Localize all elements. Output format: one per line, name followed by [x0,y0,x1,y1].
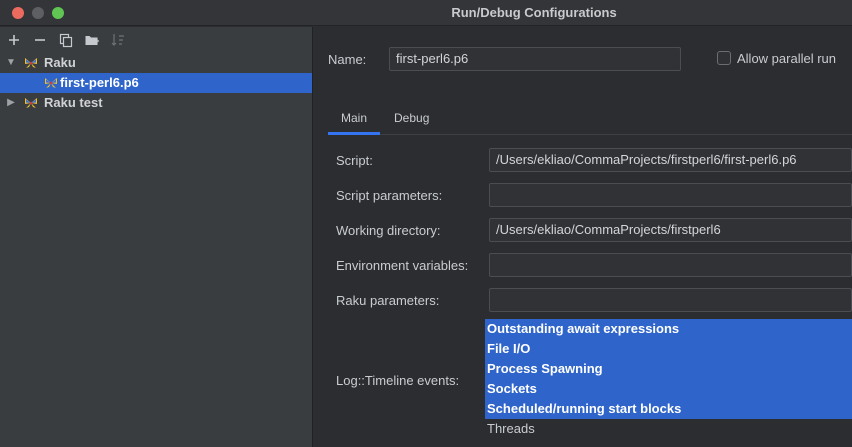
script-parameters-label: Script parameters: [336,188,443,203]
list-item[interactable]: Scheduled/running start blocks [485,399,852,419]
working-directory-label: Working directory: [336,223,441,238]
raku-parameters-input[interactable] [489,288,852,312]
tab-debug[interactable]: Debug [394,111,429,125]
name-input[interactable]: first-perl6.p6 [389,47,681,71]
chevron-down-icon[interactable]: ▼ [5,53,17,73]
sort-configurations-button[interactable] [109,31,127,49]
raku-butterfly-icon [25,58,37,68]
script-label: Script: [336,153,373,168]
timeline-events-label: Log::Timeline events: [336,373,460,388]
tab-main[interactable]: Main [341,111,367,125]
list-item[interactable]: Outstanding await expressions [485,319,852,339]
raku-test-butterfly-icon [25,98,37,108]
remove-configuration-button[interactable] [31,31,49,49]
minus-icon [35,39,45,41]
new-folder-icon [85,36,99,45]
list-item[interactable]: Sockets [485,379,852,399]
configurations-sidebar: ▼ Raku first-perl6.p6 ▶ Raku test [0,27,313,447]
allow-parallel-run-checkbox[interactable] [717,51,731,65]
environment-variables-input[interactable] [489,253,852,277]
list-item[interactable]: Threads [485,419,852,439]
new-folder-button[interactable] [83,31,101,49]
environment-variables-label: Environment variables: [336,258,469,273]
script-parameters-input[interactable] [489,183,852,207]
tree-item-label: first-perl6.p6 [60,75,139,90]
sidebar-toolbar [0,27,312,53]
tree-group-label: Raku [44,55,76,70]
raku-butterfly-icon [45,78,57,88]
tree-group-label: Raku test [44,95,103,110]
configuration-editor: Name: first-perl6.p6 Allow parallel run … [314,27,852,447]
window-title: Run/Debug Configurations [451,5,617,20]
tree-group-raku-test[interactable]: ▶ Raku test [0,93,312,113]
plus-icon [9,35,19,45]
tree-group-raku[interactable]: ▼ Raku [0,53,312,73]
chevron-right-icon[interactable]: ▶ [5,93,17,113]
raku-parameters-label: Raku parameters: [336,293,440,308]
title-bar: Run/Debug Configurations [0,0,852,26]
working-directory-input[interactable]: /Users/ekliao/CommaProjects/firstperl6 [489,218,852,242]
timeline-events-list[interactable]: Outstanding await expressions File I/O P… [485,319,852,447]
copy-configuration-button[interactable] [57,31,75,49]
active-tab-indicator [328,132,380,135]
add-configuration-button[interactable] [5,31,23,49]
list-item[interactable]: File I/O [485,339,852,359]
tree-item-first-perl6[interactable]: first-perl6.p6 [0,73,312,93]
list-item[interactable]: Process Spawning [485,359,852,379]
sort-icon [111,34,124,46]
config-tabs: Main Debug [328,107,852,135]
name-label: Name: [328,52,367,67]
copy-icon [59,33,73,48]
allow-parallel-run-label: Allow parallel run [737,51,836,66]
script-path-input[interactable]: /Users/ekliao/CommaProjects/firstperl6/f… [489,148,852,172]
